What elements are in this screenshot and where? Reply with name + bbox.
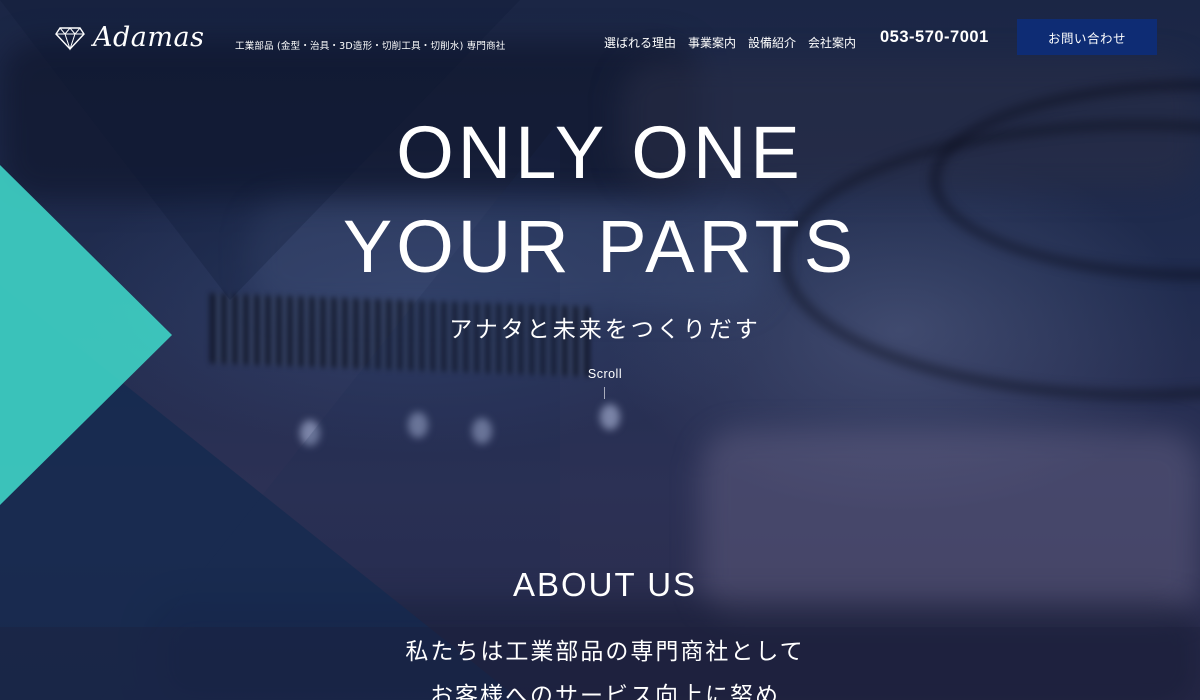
hero-title: ONLY ONE YOUR PARTS — [0, 106, 1200, 294]
about-text-line2: お客様へのサービス向上に努め — [430, 683, 780, 700]
hero-title-line2: YOUR PARTS — [342, 205, 858, 288]
about-title: ABOUT US — [512, 566, 698, 603]
tagline: 工業部品 (金型・治具・3D造形・切削工具・切削水) 専門商社 — [235, 41, 506, 52]
hero-title-line1: ONLY ONE — [396, 111, 804, 194]
about-text-line1: 私たちは工業部品の専門商社として — [405, 639, 805, 665]
phone-number[interactable]: 053-570-7001 — [880, 28, 989, 47]
nav-business[interactable]: 事業案内 — [688, 34, 736, 51]
nav-company[interactable]: 会社案内 — [808, 34, 856, 51]
nav-equipment[interactable]: 設備紹介 — [748, 34, 796, 51]
main-nav: 選ばれる理由 事業案内 設備紹介 会社案内 — [604, 34, 856, 51]
faceted-gem-icon — [55, 26, 85, 51]
nav-reasons[interactable]: 選ばれる理由 — [604, 34, 676, 51]
contact-button[interactable]: お問い合わせ — [1017, 19, 1157, 55]
hero-subtitle: アナタと未来をつくりだす — [449, 317, 761, 343]
page: Adamas 工業部品 (金型・治具・3D造形・切削工具・切削水) 専門商社 選… — [0, 0, 1200, 700]
scroll-line — [604, 387, 605, 399]
site-header: Adamas 工業部品 (金型・治具・3D造形・切削工具・切削水) 専門商社 選… — [0, 0, 1200, 80]
scroll-indicator[interactable]: Scroll — [0, 367, 1200, 381]
logo[interactable]: Adamas — [55, 22, 204, 53]
logo-text: Adamas — [93, 22, 205, 53]
